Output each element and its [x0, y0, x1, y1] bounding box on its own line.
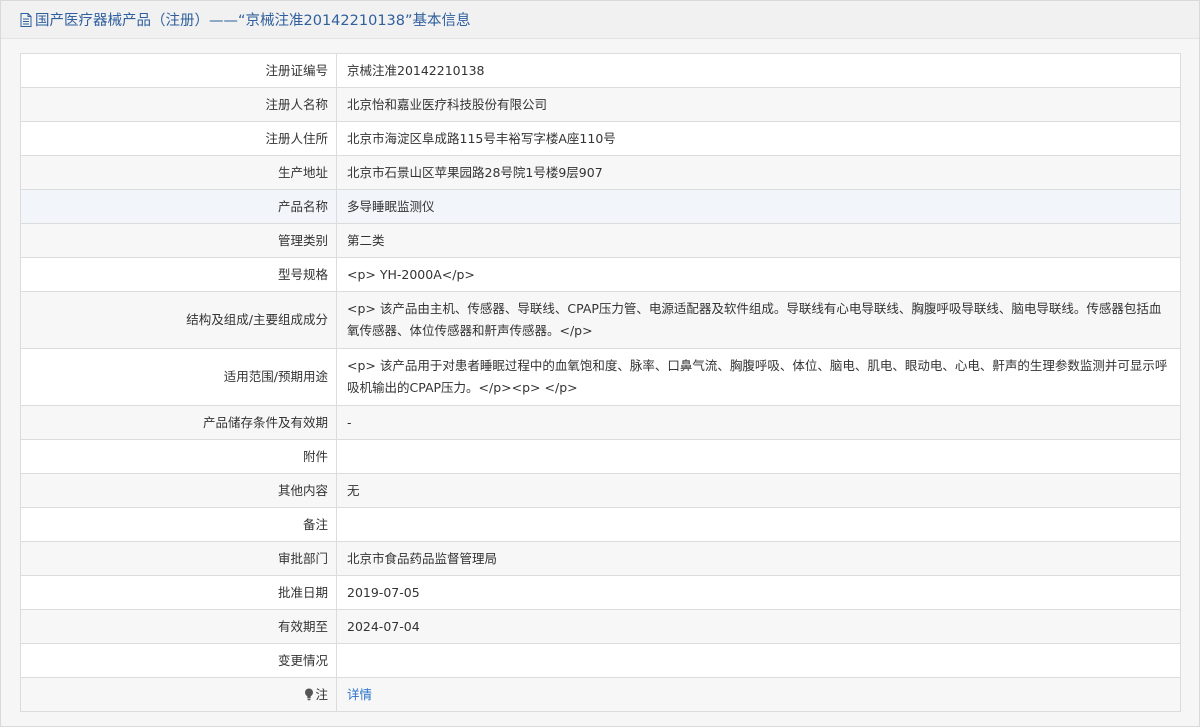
row-value: <p> YH-2000A</p>	[336, 257, 1181, 292]
page-title: 国产医疗器械产品（注册）——“京械注准20142210138”基本信息	[35, 13, 471, 29]
page-header: 国产医疗器械产品（注册）——“京械注准20142210138”基本信息	[1, 1, 1199, 39]
row-value: 北京市海淀区阜成路115号丰裕写字楼A座110号	[336, 121, 1181, 156]
row-label: 结构及组成/主要组成成分	[20, 291, 337, 349]
row-value: 2019-07-05	[336, 575, 1181, 610]
table-row: 型号规格 <p> YH-2000A</p>	[20, 257, 1181, 292]
table-row: 注册证编号 京械注准20142210138	[20, 53, 1181, 88]
info-table-container: 注册证编号 京械注准20142210138 注册人名称 北京怡和嘉业医疗科技股份…	[20, 53, 1181, 712]
table-row: 注册人名称 北京怡和嘉业医疗科技股份有限公司	[20, 87, 1181, 122]
table-row: 适用范围/预期用途 <p> 该产品用于对患者睡眠过程中的血氧饱和度、脉率、口鼻气…	[20, 348, 1181, 406]
table-row: 注册人住所 北京市海淀区阜成路115号丰裕写字楼A座110号	[20, 121, 1181, 156]
page: 国产医疗器械产品（注册）——“京械注准20142210138”基本信息 注册证编…	[0, 0, 1200, 727]
row-value: 北京怡和嘉业医疗科技股份有限公司	[336, 87, 1181, 122]
row-label: 注册人住所	[20, 121, 337, 156]
row-label: 产品名称	[20, 189, 337, 224]
note-label-cell: 注	[20, 677, 337, 712]
row-label: 审批部门	[20, 541, 337, 576]
document-icon	[20, 12, 32, 27]
table-row: 有效期至 2024-07-04	[20, 609, 1181, 644]
row-value: 第二类	[336, 223, 1181, 258]
row-label: 其他内容	[20, 473, 337, 508]
row-value	[336, 507, 1181, 542]
row-label: 型号规格	[20, 257, 337, 292]
row-label: 生产地址	[20, 155, 337, 190]
details-link[interactable]: 详情	[347, 687, 372, 702]
row-value: 2024-07-04	[336, 609, 1181, 644]
table-row-note: 注 详情	[20, 677, 1181, 712]
row-label: 有效期至	[20, 609, 337, 644]
table-row: 批准日期 2019-07-05	[20, 575, 1181, 610]
row-label: 管理类别	[20, 223, 337, 258]
table-row: 变更情况	[20, 643, 1181, 678]
row-value: 多导睡眠监测仪	[336, 189, 1181, 224]
row-value: 北京市食品药品监督管理局	[336, 541, 1181, 576]
table-row: 附件	[20, 439, 1181, 474]
row-label: 批准日期	[20, 575, 337, 610]
row-label: 变更情况	[20, 643, 337, 678]
row-label: 注册人名称	[20, 87, 337, 122]
table-row: 备注	[20, 507, 1181, 542]
row-value	[336, 643, 1181, 678]
table-row: 管理类别 第二类	[20, 223, 1181, 258]
table-row: 产品储存条件及有效期 -	[20, 405, 1181, 440]
row-label: 适用范围/预期用途	[20, 348, 337, 406]
row-value: 北京市石景山区苹果园路28号院1号楼9层907	[336, 155, 1181, 190]
note-value-cell: 详情	[336, 677, 1181, 712]
table-row: 产品名称 多导睡眠监测仪	[20, 189, 1181, 224]
note-label: 注	[315, 686, 328, 702]
row-value: 京械注准20142210138	[336, 53, 1181, 88]
row-value	[336, 439, 1181, 474]
row-value: <p> 该产品由主机、传感器、导联线、CPAP压力管、电源适配器及软件组成。导联…	[336, 291, 1181, 349]
row-value: <p> 该产品用于对患者睡眠过程中的血氧饱和度、脉率、口鼻气流、胸腹呼吸、体位、…	[336, 348, 1181, 406]
table-row: 其他内容 无	[20, 473, 1181, 508]
info-table: 注册证编号 京械注准20142210138 注册人名称 北京怡和嘉业医疗科技股份…	[20, 53, 1181, 712]
row-value: -	[336, 405, 1181, 440]
table-row: 结构及组成/主要组成成分 <p> 该产品由主机、传感器、导联线、CPAP压力管、…	[20, 291, 1181, 349]
row-value: 无	[336, 473, 1181, 508]
row-label: 备注	[20, 507, 337, 542]
row-label: 注册证编号	[20, 53, 337, 88]
lightbulb-icon	[305, 688, 314, 700]
row-label: 产品储存条件及有效期	[20, 405, 337, 440]
row-label: 附件	[20, 439, 337, 474]
table-row: 生产地址 北京市石景山区苹果园路28号院1号楼9层907	[20, 155, 1181, 190]
table-row: 审批部门 北京市食品药品监督管理局	[20, 541, 1181, 576]
